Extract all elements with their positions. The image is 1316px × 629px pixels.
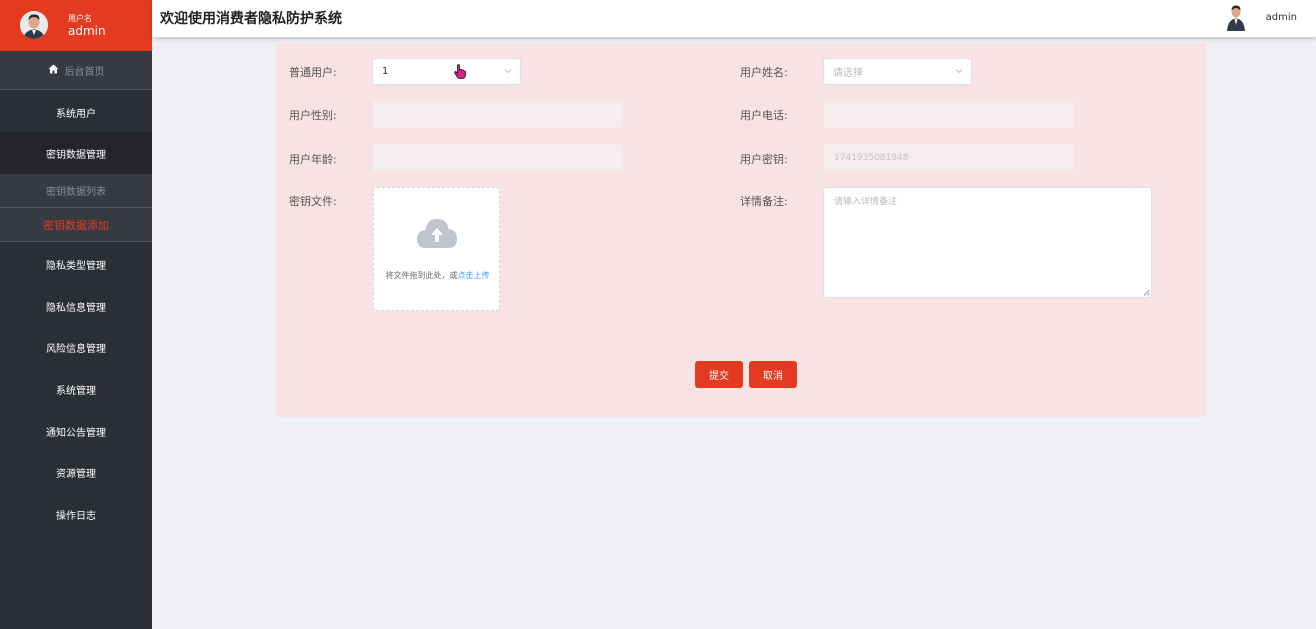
sidebar-item-system-users[interactable]: 系统用户: [0, 91, 152, 133]
page-title: 欢迎使用消费者隐私防护系统: [160, 11, 342, 27]
sidebar-item-label: 通知公告管理: [46, 427, 106, 439]
sidebar-subitem-key-data-list[interactable]: 密钥数据列表: [0, 174, 152, 208]
hand-pointer-icon: [454, 64, 466, 82]
user-name: admin: [68, 24, 106, 38]
sidebar-user-header: 用户名 admin: [0, 0, 152, 51]
cloud-upload-icon: [416, 216, 458, 254]
sidebar-item-label: 密钥数据管理: [46, 149, 106, 161]
details-textarea[interactable]: 请输入详情备注: [823, 187, 1152, 298]
sidebar-item-label: 资源管理: [56, 468, 96, 480]
sidebar-item-label: 隐私类型管理: [46, 260, 106, 272]
sidebar-item-resource-management[interactable]: 资源管理: [0, 451, 152, 493]
sidebar-item-label: 系统用户: [56, 108, 96, 120]
upload-click-link[interactable]: 点击上传: [458, 271, 490, 280]
header-user-name[interactable]: admin: [1266, 12, 1297, 23]
sidebar-item-key-data-management[interactable]: 密钥数据管理: [0, 132, 152, 174]
key-label: 用户密钥:: [740, 153, 788, 166]
chevron-down-icon: [955, 67, 963, 75]
sidebar-item-system-management[interactable]: 系统管理: [0, 368, 152, 410]
sidebar-item-label: 风险信息管理: [46, 343, 106, 355]
sidebar-item-home[interactable]: 后台首页: [0, 51, 152, 90]
sidebar-item-privacy-info-management[interactable]: 隐私信息管理: [0, 285, 152, 327]
gender-field[interactable]: [373, 101, 623, 128]
cancel-button[interactable]: 取消: [749, 361, 797, 388]
resize-handle-icon[interactable]: [1143, 289, 1150, 296]
phone-field[interactable]: [824, 101, 1074, 128]
user-name-placeholder: 请选择: [833, 68, 863, 79]
sidebar-item-label: 隐私信息管理: [46, 302, 106, 314]
sidebar-subitem-key-data-add[interactable]: 密钥数据添加: [0, 208, 152, 242]
sidebar-item-risk-info-management[interactable]: 风险信息管理: [0, 326, 152, 368]
sidebar-item-operation-log[interactable]: 操作日志: [0, 493, 152, 535]
sidebar: 用户名 admin 后台首页 系统用户 密钥数据管理 密钥数据列表 密钥数据添加…: [0, 0, 152, 629]
normal-user-label: 普通用户:: [289, 66, 337, 79]
details-placeholder: 请输入详情备注: [834, 197, 898, 207]
sidebar-item-label: 系统管理: [56, 385, 96, 397]
upload-hint-text: 将文件拖到此处，或: [385, 271, 458, 280]
key-file-label: 密钥文件:: [289, 195, 337, 208]
sidebar-item-home-label: 后台首页: [64, 66, 105, 78]
age-label: 用户年龄:: [289, 153, 337, 166]
submit-button[interactable]: 提交: [695, 361, 743, 388]
cancel-button-label: 取消: [763, 371, 783, 382]
key-data-add-form: 普通用户: 1 用户姓名: 请选择 用户性别: 用户电话: 用户年龄: 用户密钥…: [276, 43, 1206, 417]
sidebar-item-label: 密钥数据列表: [46, 187, 106, 198]
key-file-upload-dropzone[interactable]: 将文件拖到此处，或点击上传: [373, 187, 500, 311]
gender-label: 用户性别:: [289, 109, 337, 122]
sidebar-item-privacy-type-management[interactable]: 隐私类型管理: [0, 243, 152, 285]
details-label: 详情备注:: [740, 195, 788, 208]
user-name-caption: 用户名: [68, 14, 92, 23]
sidebar-item-label: 操作日志: [56, 510, 96, 522]
chevron-down-icon: [504, 67, 512, 75]
user-name-label: 用户姓名:: [740, 66, 788, 79]
top-header: 欢迎使用消费者隐私防护系统 admin: [152, 0, 1316, 37]
normal-user-select[interactable]: 1: [372, 58, 521, 85]
normal-user-value: 1: [382, 66, 389, 77]
user-name-select[interactable]: 请选择: [823, 58, 972, 85]
phone-label: 用户电话:: [740, 109, 788, 122]
key-field[interactable]: 1741935081948: [824, 144, 1074, 171]
home-icon: [48, 64, 59, 77]
sidebar-item-notice-management[interactable]: 通知公告管理: [0, 410, 152, 452]
age-field[interactable]: [373, 144, 623, 171]
upload-hint: 将文件拖到此处，或点击上传: [374, 270, 501, 281]
sidebar-item-label: 密钥数据添加: [43, 218, 109, 232]
avatar[interactable]: [20, 11, 48, 39]
submit-button-label: 提交: [709, 371, 729, 382]
key-value: 1741935081948: [834, 152, 909, 163]
avatar[interactable]: [1226, 4, 1246, 31]
